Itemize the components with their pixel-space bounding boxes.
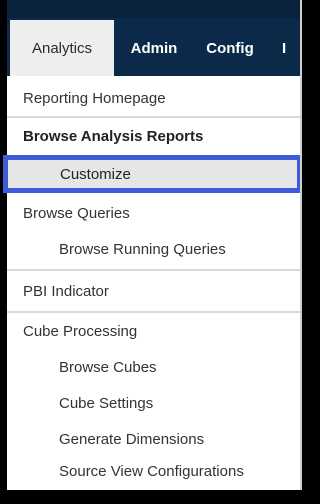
nav-top-strip xyxy=(7,0,302,18)
tab-analytics[interactable]: Analytics xyxy=(10,20,114,76)
menu-item-cube-settings[interactable]: Cube Settings xyxy=(7,385,302,421)
menu-item-browse-running-queries[interactable]: Browse Running Queries xyxy=(7,231,302,267)
menu-item-source-view-configurations[interactable]: Source View Configurations xyxy=(7,455,302,487)
menu-item-browse-cubes[interactable]: Browse Cubes xyxy=(7,349,302,385)
tab-admin[interactable]: Admin xyxy=(122,20,186,76)
menu-item-browse-analysis-reports[interactable]: Browse Analysis Reports xyxy=(7,119,302,153)
panel-right-edge xyxy=(300,0,302,504)
analytics-menu-lower: Browse Queries Browse Running Queries PB… xyxy=(7,193,302,490)
menu-item-pbi-indicator[interactable]: PBI Indicator xyxy=(7,273,302,309)
menu-item-customize-label: Customize xyxy=(60,165,131,183)
tab-config[interactable]: Config xyxy=(198,20,262,76)
tab-truncated[interactable]: I xyxy=(282,20,302,76)
window-border-left xyxy=(0,0,7,504)
menu-divider xyxy=(7,116,302,118)
menu-divider xyxy=(7,269,302,271)
app-frame: Analytics Admin Config I Reporting Homep… xyxy=(0,0,302,504)
menu-item-browse-queries[interactable]: Browse Queries xyxy=(7,195,302,231)
menu-item-generate-dimensions[interactable]: Generate Dimensions xyxy=(7,421,302,457)
window-border-bottom xyxy=(0,490,302,504)
menu-item-customize[interactable]: Customize xyxy=(3,155,302,193)
menu-item-reporting-homepage[interactable]: Reporting Homepage xyxy=(7,82,302,114)
menu-item-cube-processing[interactable]: Cube Processing xyxy=(7,313,302,349)
